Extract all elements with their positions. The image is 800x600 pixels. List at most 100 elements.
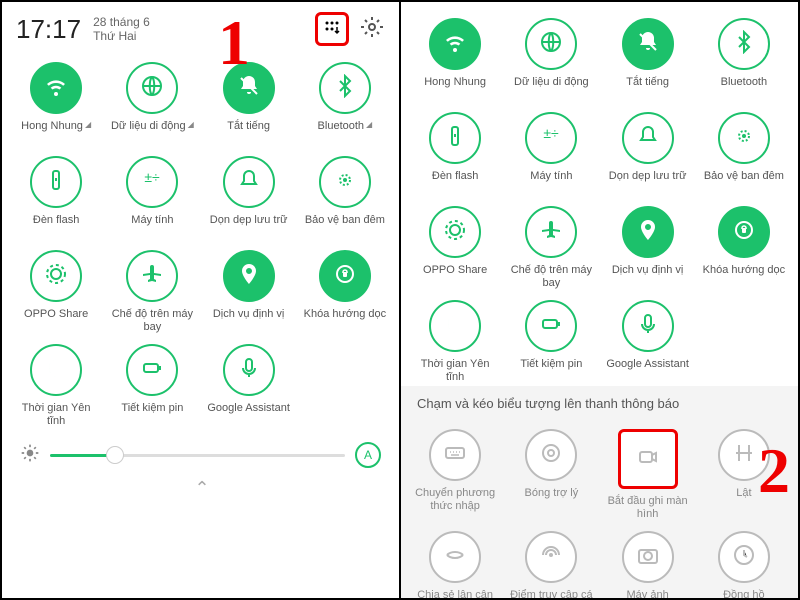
- qs-tile-label: Thời gian Yên tĩnh: [13, 402, 99, 428]
- qs-tile[interactable]: Đồng hồ: [696, 529, 792, 598]
- qs-tile[interactable]: OPPO Share: [407, 204, 503, 292]
- qs-tile[interactable]: Dọn dẹp lưu trữ: [600, 110, 696, 198]
- qs-tile[interactable]: Dữ liệu di động◢: [104, 60, 200, 148]
- qs-tile-circle[interactable]: [319, 62, 371, 114]
- qs-tile[interactable]: Chế độ trên máy bay: [503, 204, 599, 292]
- qs-tile-circle[interactable]: [718, 206, 770, 258]
- brightness-slider[interactable]: [50, 454, 345, 457]
- qs-tile[interactable]: Bảo vệ ban đêm: [696, 110, 792, 198]
- settings-button[interactable]: [359, 16, 385, 42]
- location-icon: [237, 262, 261, 291]
- qs-tile-label: Google Assistant: [606, 358, 689, 384]
- qs-tile-label: Lật: [736, 487, 751, 513]
- qs-tile[interactable]: Máy tính: [104, 154, 200, 242]
- qs-tile-circle[interactable]: [525, 112, 577, 164]
- qs-tile-circle[interactable]: [126, 62, 178, 114]
- qs-tile-circle[interactable]: [30, 62, 82, 114]
- location-icon: [636, 218, 660, 247]
- qs-tile-circle[interactable]: [718, 531, 770, 583]
- qs-tile[interactable]: Đèn flash: [8, 154, 104, 242]
- qs-tile[interactable]: Khóa hướng dọc: [297, 248, 393, 336]
- qs-tile[interactable]: Hong Nhung◢: [8, 60, 104, 148]
- qs-tile-label: Máy tính: [530, 170, 572, 196]
- qs-tile-label: Bắt đầu ghi màn hình: [605, 495, 691, 521]
- qs-tile[interactable]: Chuyển phương thức nhập: [407, 427, 503, 523]
- lock-rotation-icon: [333, 262, 357, 291]
- auto-brightness-toggle[interactable]: A: [355, 442, 381, 468]
- qs-tile-circle[interactable]: [319, 156, 371, 208]
- qs-tile[interactable]: Tiết kiệm pin: [503, 298, 599, 386]
- qs-tile[interactable]: Bluetooth: [696, 16, 792, 104]
- qs-tile[interactable]: Dịch vụ định vị: [201, 248, 297, 336]
- qs-tile[interactable]: Bluetooth◢: [297, 60, 393, 148]
- qs-tile[interactable]: Đèn flash: [407, 110, 503, 198]
- qs-tile-circle[interactable]: [30, 250, 82, 302]
- qs-tile-circle[interactable]: [223, 156, 275, 208]
- qs-tile-circle[interactable]: [622, 206, 674, 258]
- qs-tile-circle[interactable]: [525, 531, 577, 583]
- qs-tile[interactable]: OPPO Share: [8, 248, 104, 336]
- annotation-2: 2: [758, 434, 790, 508]
- qs-tile-circle[interactable]: [429, 18, 481, 70]
- qs-tile[interactable]: Dịch vụ định vị: [600, 204, 696, 292]
- qs-tile[interactable]: Hong Nhung: [407, 16, 503, 104]
- qs-tile-label: Khóa hướng dọc: [304, 308, 386, 334]
- qs-header: 17:17 28 tháng 6 Thứ Hai: [2, 2, 399, 52]
- expand-caret-icon: ◢: [188, 120, 194, 129]
- flashlight-icon: [443, 124, 467, 153]
- qs-tile-circle[interactable]: [525, 206, 577, 258]
- qs-tile-circle[interactable]: [622, 300, 674, 352]
- qs-tile-circle[interactable]: [126, 250, 178, 302]
- qs-tile-circle[interactable]: [223, 250, 275, 302]
- brightness-thumb[interactable]: [106, 446, 124, 464]
- qs-tile[interactable]: Tiết kiệm pin: [104, 342, 200, 430]
- panel-step-1: 1 17:17 28 tháng 6 Thứ Hai Hong Nhung◢Dữ…: [2, 2, 401, 598]
- qs-tile-circle[interactable]: [622, 112, 674, 164]
- qs-tile-circle[interactable]: [622, 531, 674, 583]
- qs-tile[interactable]: Dữ liệu di động: [503, 16, 599, 104]
- qs-tile[interactable]: Tắt tiếng: [600, 16, 696, 104]
- qs-tile[interactable]: Chế độ trên máy bay: [104, 248, 200, 336]
- qs-tile[interactable]: Thời gian Yên tĩnh: [8, 342, 104, 430]
- qs-tile-circle[interactable]: [126, 344, 178, 396]
- qs-tile[interactable]: Bóng trợ lý: [503, 427, 599, 523]
- qs-tile-circle[interactable]: [429, 206, 481, 258]
- battery-icon: [140, 356, 164, 385]
- qs-tile-circle[interactable]: [319, 250, 371, 302]
- qs-tile-circle[interactable]: [429, 531, 481, 583]
- qs-tile[interactable]: Dọn dẹp lưu trữ: [201, 154, 297, 242]
- qs-tile[interactable]: Máy tính: [503, 110, 599, 198]
- qs-tile-circle[interactable]: [618, 429, 678, 489]
- qs-tile-label: Bảo vệ ban đêm: [305, 214, 385, 240]
- camera-icon: [636, 543, 660, 572]
- qs-tile-circle[interactable]: [126, 156, 178, 208]
- night-icon: [333, 168, 357, 197]
- annotation-1: 1: [218, 6, 250, 80]
- qs-tile-circle[interactable]: [718, 18, 770, 70]
- qs-tile-circle[interactable]: [622, 18, 674, 70]
- qs-tile[interactable]: Điểm truy cập cá nhân: [503, 529, 599, 598]
- quick-settings-grid-edit: Hong NhungDữ liệu di độngTắt tiếngBlueto…: [401, 2, 798, 386]
- drag-handle[interactable]: ⌃: [2, 474, 399, 507]
- qs-tile-circle[interactable]: [525, 300, 577, 352]
- qs-tile-circle[interactable]: [30, 344, 82, 396]
- qs-tile-circle[interactable]: [30, 156, 82, 208]
- qs-tile-label: Máy tính: [131, 214, 173, 240]
- qs-tile[interactable]: Chia sẻ lân cận: [407, 529, 503, 598]
- qs-tile[interactable]: Google Assistant: [600, 298, 696, 386]
- qs-tile-circle[interactable]: [525, 18, 577, 70]
- qs-tile-circle[interactable]: [429, 429, 481, 481]
- qs-tile[interactable]: Bắt đầu ghi màn hình: [600, 427, 696, 523]
- qs-tile[interactable]: Máy ảnh: [600, 529, 696, 598]
- qs-tile[interactable]: Thời gian Yên tĩnh: [407, 298, 503, 386]
- qs-tile[interactable]: Google Assistant: [201, 342, 297, 430]
- qs-tile-circle[interactable]: [718, 112, 770, 164]
- panel-step-2: 2 Hong NhungDữ liệu di độngTắt tiếngBlue…: [401, 2, 798, 598]
- qs-tile-circle[interactable]: [525, 429, 577, 481]
- qs-tile-circle[interactable]: [429, 300, 481, 352]
- edit-tiles-button[interactable]: [315, 12, 349, 46]
- qs-tile-circle[interactable]: [429, 112, 481, 164]
- qs-tile[interactable]: Bảo vệ ban đêm: [297, 154, 393, 242]
- qs-tile[interactable]: Khóa hướng dọc: [696, 204, 792, 292]
- qs-tile-circle[interactable]: [223, 344, 275, 396]
